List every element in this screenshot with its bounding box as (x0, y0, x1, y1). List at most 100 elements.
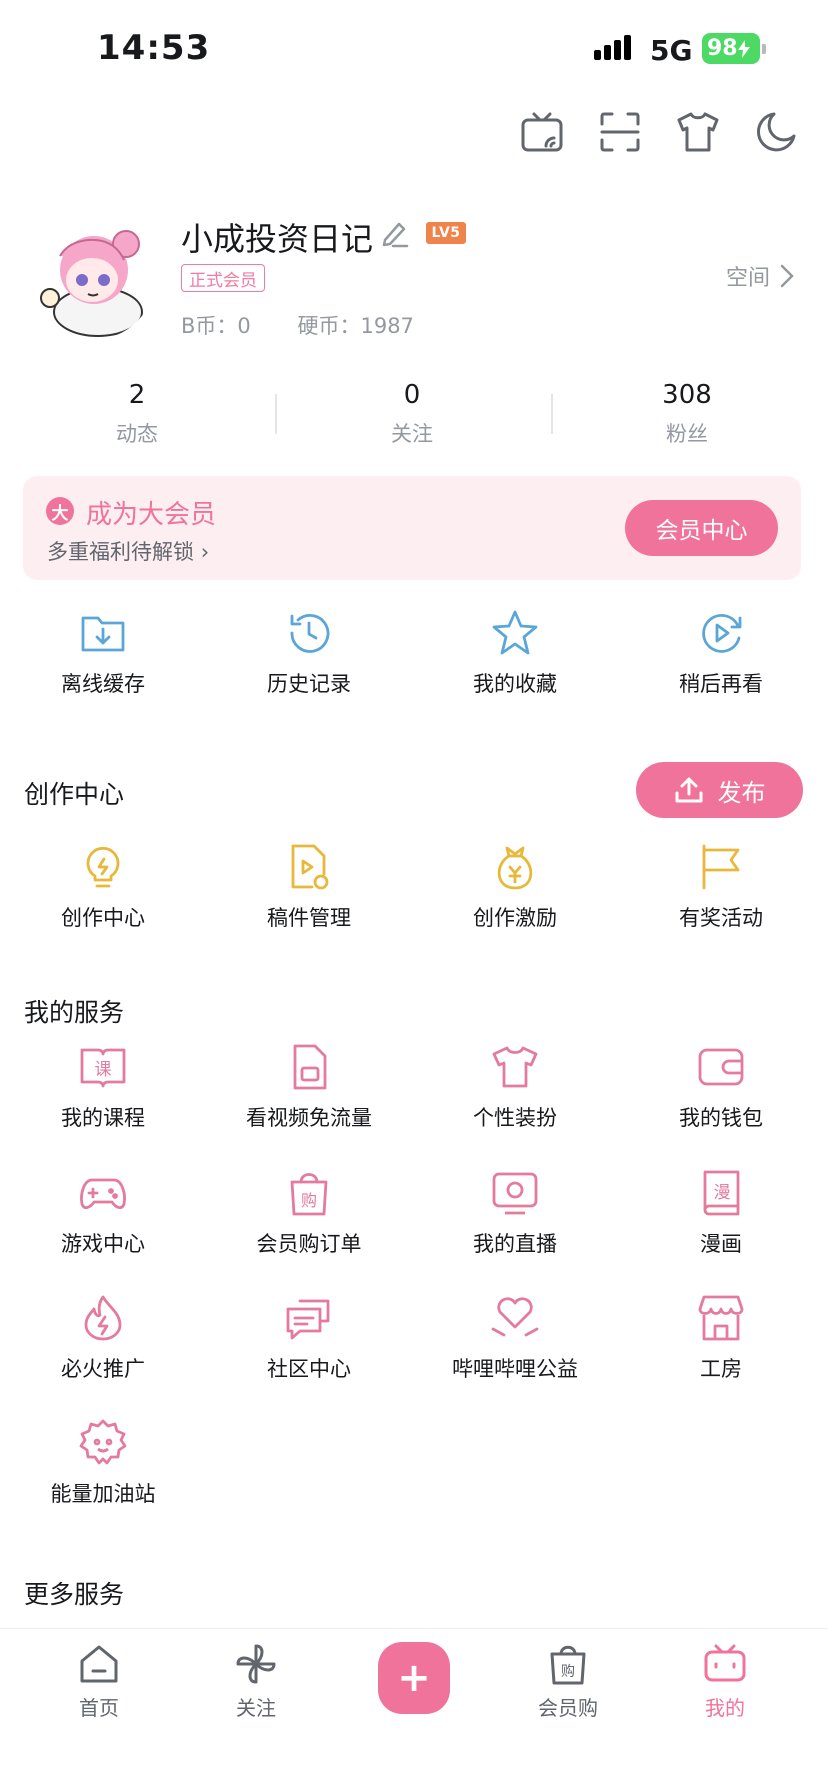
nav-label: 会员购 (538, 1696, 598, 1720)
svg-text:购: 购 (561, 1664, 575, 1680)
pinwheel-icon (236, 1644, 276, 1684)
member-tag[interactable]: 正式会员 (181, 264, 265, 292)
my-wallet-button[interactable]: 我的钱包 (618, 1042, 824, 1132)
bilibili-charity-button[interactable]: 哔哩哔哩公益 (412, 1293, 618, 1383)
network-type: 5G (650, 34, 693, 67)
section-title-more-services: 更多服务 (24, 1580, 125, 1609)
stat-fans[interactable]: 308 粉丝 (587, 380, 787, 448)
status-time: 14:53 (97, 28, 211, 68)
stat-label: 关注 (391, 422, 433, 446)
nav-mine[interactable]: 我的 (665, 1642, 785, 1721)
live-tv-icon (492, 1172, 538, 1215)
energy-flower-icon (79, 1419, 127, 1465)
chevron-right-icon (780, 264, 794, 288)
grid-item-label: 离线缓存 (61, 672, 145, 696)
stat-posts[interactable]: 2 动态 (37, 380, 237, 448)
grid-item-label: 创作激励 (473, 906, 557, 930)
chevron-right-icon: › (200, 540, 210, 564)
grid-item-label: 我的钱包 (679, 1106, 763, 1130)
personal-outfit-button[interactable]: 个性装扮 (412, 1042, 618, 1132)
member-orders-button[interactable]: 购 会员购订单 (206, 1168, 412, 1258)
level-badge: LV5 (426, 222, 466, 244)
fire-icon (84, 1295, 122, 1341)
wallet-icon (698, 1048, 744, 1086)
publish-button[interactable]: 发布 (636, 762, 803, 818)
tv-cast-icon[interactable] (518, 108, 566, 156)
grid-item-label: 稿件管理 (267, 906, 351, 930)
grid-item-label: 哔哩哔哩公益 (452, 1357, 578, 1381)
b-coins: B币：0 (181, 314, 251, 338)
svg-text:购: 购 (301, 1191, 317, 1210)
grid-item-label: 我的课程 (61, 1106, 145, 1130)
comics-button[interactable]: 漫 漫画 (618, 1168, 824, 1258)
favorites-button[interactable]: 我的收藏 (412, 608, 618, 698)
grid-item-label: 历史记录 (267, 672, 351, 696)
vip-title: 成为大会员 (86, 500, 217, 530)
flag-icon (702, 844, 740, 890)
creation-center-button[interactable]: 创作中心 (0, 842, 206, 932)
battery-indicator: 98 (702, 33, 760, 64)
reward-activities-button[interactable]: 有奖活动 (618, 842, 824, 932)
divider (275, 394, 277, 434)
battery-cap (762, 44, 766, 54)
edit-icon[interactable] (380, 218, 410, 248)
my-live-button[interactable]: 我的直播 (412, 1168, 618, 1258)
download-folder-icon (81, 616, 125, 652)
nav-member-shop[interactable]: 购 会员购 (508, 1642, 628, 1721)
grid-item-label: 稍后再看 (679, 672, 763, 696)
nav-following[interactable]: 关注 (196, 1642, 316, 1721)
space-link-label: 空间 (725, 266, 770, 291)
free-data-button[interactable]: 看视频免流量 (206, 1042, 412, 1132)
tshirt-icon[interactable] (674, 108, 722, 156)
nav-label: 首页 (79, 1696, 119, 1720)
stat-following[interactable]: 0 关注 (312, 380, 512, 448)
svg-text:漫: 漫 (714, 1183, 731, 1203)
history-button[interactable]: 历史记录 (206, 608, 412, 698)
charging-icon (737, 39, 750, 58)
shop-icon (698, 1295, 744, 1341)
workshop-button[interactable]: 工房 (618, 1293, 824, 1383)
manuscript-management-button[interactable]: 稿件管理 (206, 842, 412, 932)
grid-item-label: 漫画 (700, 1232, 742, 1256)
promotion-button[interactable]: 必火推广 (0, 1293, 206, 1383)
avatar[interactable] (28, 212, 156, 340)
space-link[interactable]: 空间 (726, 260, 794, 292)
vip-subtitle[interactable]: 多重福利待解锁 › (47, 536, 209, 566)
game-center-button[interactable]: 游戏中心 (0, 1168, 206, 1258)
offline-cache-button[interactable]: 离线缓存 (0, 608, 206, 698)
grid-item-label: 有奖活动 (679, 906, 763, 930)
star-icon (492, 610, 538, 655)
grid-item-label: 我的直播 (473, 1232, 557, 1256)
creation-incentive-button[interactable]: 创作激励 (412, 842, 618, 932)
heart-hands-icon (491, 1297, 539, 1337)
my-courses-button[interactable]: 课 我的课程 (0, 1042, 206, 1132)
grid-item-label: 必火推广 (61, 1357, 145, 1381)
moon-icon[interactable] (752, 108, 800, 156)
money-bag-icon (497, 846, 533, 890)
nav-home[interactable]: 首页 (39, 1642, 159, 1721)
member-center-button[interactable]: 会员中心 (625, 500, 778, 556)
comic-book-icon: 漫 (703, 1170, 740, 1216)
grid-item-label: 工房 (700, 1357, 742, 1381)
coin-info: B币：0 硬币：1987 (181, 310, 454, 340)
lightbulb-icon (86, 846, 120, 888)
course-icon: 课 (80, 1048, 126, 1088)
grid-item-label: 社区中心 (267, 1357, 351, 1381)
stat-label: 粉丝 (666, 422, 708, 446)
grid-item-label: 游戏中心 (61, 1232, 145, 1256)
watch-later-button[interactable]: 稍后再看 (618, 608, 824, 698)
nav-label: 我的 (705, 1696, 745, 1720)
tshirt-icon (492, 1046, 538, 1088)
community-center-button[interactable]: 社区中心 (206, 1293, 412, 1383)
chat-bubbles-icon (286, 1299, 330, 1340)
grid-item-label: 能量加油站 (50, 1482, 156, 1506)
plus-icon: + (397, 1655, 431, 1701)
energy-station-button[interactable]: 能量加油站 (0, 1418, 206, 1508)
hard-coins: 硬币：1987 (297, 314, 414, 338)
scan-icon[interactable] (596, 108, 644, 156)
nav-label: 关注 (236, 1696, 276, 1720)
grid-item-label: 我的收藏 (473, 672, 557, 696)
vip-subtitle-text: 多重福利待解锁 (47, 540, 194, 564)
nav-publish-plus[interactable]: + (378, 1642, 450, 1714)
home-icon (80, 1645, 118, 1683)
